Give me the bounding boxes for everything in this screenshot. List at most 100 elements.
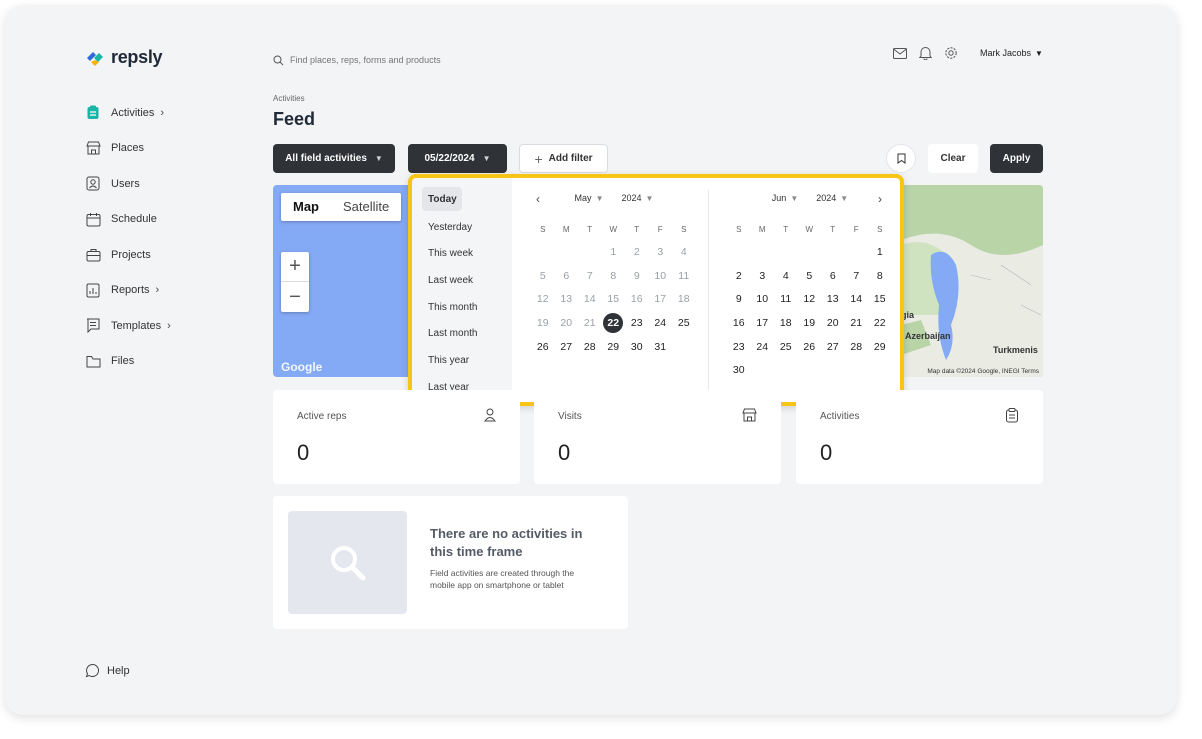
day-cell[interactable]: 29: [868, 335, 892, 359]
day-cell[interactable]: 25: [672, 311, 696, 335]
bookmark-button[interactable]: [886, 144, 916, 173]
day-cell[interactable]: 9: [727, 287, 751, 311]
day-cell[interactable]: 11: [672, 264, 696, 288]
day-cell[interactable]: 26: [531, 335, 555, 359]
day-cell[interactable]: 21: [845, 311, 869, 335]
day-cell[interactable]: 29: [602, 335, 626, 359]
day-cell[interactable]: 16: [727, 311, 751, 335]
day-cell[interactable]: 19: [531, 311, 555, 335]
zoom-out-button[interactable]: −: [281, 282, 309, 312]
day-cell[interactable]: 4: [672, 240, 696, 264]
day-cell[interactable]: 10: [649, 264, 673, 288]
sidebar-item-users[interactable]: Users: [85, 166, 245, 202]
day-cell[interactable]: 13: [555, 287, 579, 311]
day-cell[interactable]: 8: [602, 264, 626, 288]
day-cell[interactable]: 30: [727, 358, 751, 382]
day-cell[interactable]: 18: [774, 311, 798, 335]
map-tab-map[interactable]: Map: [281, 193, 331, 221]
day-cell[interactable]: 3: [751, 264, 775, 288]
day-cell[interactable]: 7: [845, 264, 869, 288]
day-cell[interactable]: 9: [625, 264, 649, 288]
day-cell[interactable]: 23: [625, 311, 649, 335]
day-cell[interactable]: 17: [751, 311, 775, 335]
day-cell[interactable]: 27: [555, 335, 579, 359]
day-cell[interactable]: 13: [821, 287, 845, 311]
day-cell[interactable]: 15: [602, 287, 626, 311]
next-month-icon[interactable]: ›: [878, 192, 882, 206]
day-cell[interactable]: 10: [751, 287, 775, 311]
day-cell[interactable]: 28: [845, 335, 869, 359]
search-bar[interactable]: [273, 50, 573, 70]
help-link[interactable]: Help: [85, 663, 130, 678]
day-cell[interactable]: 26: [798, 335, 822, 359]
sidebar-item-reports[interactable]: Reports ›: [85, 273, 245, 309]
day-cell[interactable]: 6: [821, 264, 845, 288]
breadcrumb[interactable]: Activities: [273, 94, 305, 103]
day-cell[interactable]: 5: [798, 264, 822, 288]
zoom-in-button[interactable]: +: [281, 252, 309, 282]
day-cell[interactable]: 21: [578, 311, 602, 335]
gear-icon[interactable]: [944, 46, 958, 60]
preset-this-month[interactable]: This month: [422, 294, 502, 321]
day-cell[interactable]: 17: [649, 287, 673, 311]
day-cell[interactable]: 25: [774, 335, 798, 359]
day-cell[interactable]: 30: [625, 335, 649, 359]
day-cell[interactable]: 15: [868, 287, 892, 311]
day-cell[interactable]: 12: [798, 287, 822, 311]
map-attribution[interactable]: Map data ©2024 Google, INEGI Terms: [927, 368, 1039, 375]
day-cell[interactable]: 18: [672, 287, 696, 311]
preset-this-year[interactable]: This year: [422, 347, 502, 374]
day-cell[interactable]: 16: [625, 287, 649, 311]
year-select[interactable]: 2024 ▼: [621, 193, 653, 203]
preset-today[interactable]: Today: [422, 187, 462, 211]
day-cell[interactable]: 12: [531, 287, 555, 311]
day-cell[interactable]: 24: [751, 335, 775, 359]
day-cell[interactable]: 20: [555, 311, 579, 335]
day-cell[interactable]: 2: [727, 264, 751, 288]
map-tab-satellite[interactable]: Satellite: [331, 193, 401, 221]
date-dropdown[interactable]: 05/22/2024 ▼: [408, 144, 507, 173]
sidebar-item-templates[interactable]: Templates ›: [85, 308, 245, 344]
day-cell[interactable]: 14: [578, 287, 602, 311]
day-cell[interactable]: 14: [845, 287, 869, 311]
activity-type-dropdown[interactable]: All field activities ▼: [273, 144, 395, 173]
day-cell[interactable]: 19: [798, 311, 822, 335]
day-cell[interactable]: 28: [578, 335, 602, 359]
day-cell[interactable]: 23: [727, 335, 751, 359]
search-input[interactable]: [290, 55, 550, 65]
month-select[interactable]: Jun ▼: [772, 193, 798, 203]
user-menu[interactable]: Mark Jacobs ▼: [980, 48, 1043, 58]
day-cell[interactable]: 7: [578, 264, 602, 288]
day-cell[interactable]: 1: [868, 240, 892, 264]
preset-last-month[interactable]: Last month: [422, 320, 502, 347]
day-cell[interactable]: 8: [868, 264, 892, 288]
day-cell[interactable]: 2: [625, 240, 649, 264]
sidebar-item-files[interactable]: Files: [85, 344, 245, 380]
sidebar-item-activities[interactable]: Activities ›: [85, 95, 245, 131]
day-cell[interactable]: 6: [555, 264, 579, 288]
day-cell[interactable]: 4: [774, 264, 798, 288]
bell-icon[interactable]: [919, 46, 932, 60]
apply-button[interactable]: Apply: [990, 144, 1043, 173]
sidebar-item-schedule[interactable]: Schedule: [85, 202, 245, 238]
clear-button[interactable]: Clear: [928, 144, 978, 173]
day-cell[interactable]: 22: [868, 311, 892, 335]
preset-last-week[interactable]: Last week: [422, 267, 502, 294]
year-select[interactable]: 2024 ▼: [816, 193, 848, 203]
add-filter-button[interactable]: + Add filter: [519, 144, 608, 173]
day-cell[interactable]: 24: [649, 311, 673, 335]
day-cell[interactable]: 31: [649, 335, 673, 359]
sidebar-item-projects[interactable]: Projects: [85, 237, 245, 273]
day-cell[interactable]: 5: [531, 264, 555, 288]
day-cell[interactable]: 27: [821, 335, 845, 359]
preset-this-week[interactable]: This week: [422, 240, 502, 267]
mail-icon[interactable]: [893, 47, 907, 59]
sidebar-item-places[interactable]: Places: [85, 131, 245, 167]
selected-day-cell[interactable]: 22: [602, 311, 626, 335]
day-cell[interactable]: 3: [649, 240, 673, 264]
month-select[interactable]: May ▼: [575, 193, 604, 203]
logo[interactable]: repsly: [85, 47, 163, 68]
day-cell[interactable]: 1: [602, 240, 626, 264]
day-cell[interactable]: 20: [821, 311, 845, 335]
day-cell[interactable]: 11: [774, 287, 798, 311]
